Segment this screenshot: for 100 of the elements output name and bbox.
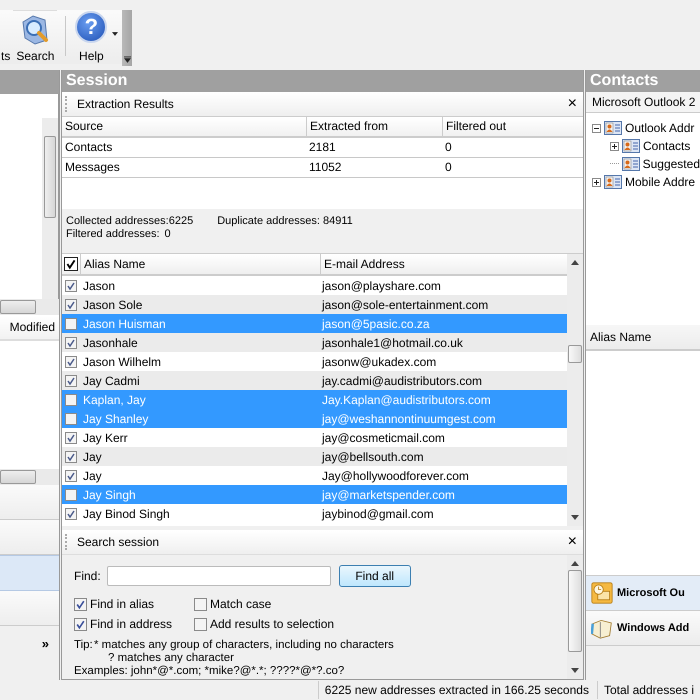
checkbox[interactable] [65, 298, 77, 310]
option-label[interactable]: Match case [210, 597, 272, 611]
column-header[interactable]: Source [62, 117, 306, 136]
address-row[interactable]: Jay Cadmi jay.cadmi@audistributors.com [62, 371, 567, 390]
column-header[interactable]: Modified [0, 315, 59, 341]
tree-item[interactable]: Outlook Addr [625, 121, 694, 135]
checkbox[interactable] [65, 356, 77, 368]
scrollbar[interactable] [0, 299, 59, 315]
scroll-down-icon[interactable] [571, 515, 579, 520]
checkbox[interactable] [65, 280, 77, 292]
checkbox[interactable] [65, 488, 77, 500]
stat-value: 6225 [168, 215, 194, 228]
checkbox[interactable] [74, 618, 87, 630]
address-book-icon [604, 175, 622, 189]
scroll-up-icon[interactable] [571, 561, 579, 566]
scroll-down-icon[interactable] [571, 668, 579, 673]
checkbox[interactable] [65, 412, 77, 424]
tip-text: * matches any group of characters, including no characters [94, 639, 394, 652]
address-book-icon [604, 121, 622, 135]
email-cell-text: jason@5pasic.co.za [320, 316, 430, 330]
alias-cell-text: Jay Cadmi [82, 374, 141, 388]
find-field[interactable] [106, 566, 331, 586]
address-book-icon [622, 139, 640, 153]
alias-cell-text: Jason Huisman [82, 316, 167, 330]
address-row[interactable]: Jasonhale jasonhale1@hotmail.co.uk [62, 333, 567, 352]
address-row[interactable]: Jason Wilhelm jasonw@ukadex.com [62, 352, 567, 371]
source-label: Microsoft Outlook 2 [586, 92, 700, 113]
email-cell-text: jason@sole-entertainment.com [320, 298, 488, 312]
checkbox[interactable] [65, 336, 77, 348]
expander[interactable] [610, 142, 619, 150]
navigation-button[interactable]: Windows Add [586, 610, 700, 645]
table-cell-text: 0 [444, 159, 453, 176]
table-cell-text: Messages [64, 159, 121, 176]
checkbox[interactable] [65, 508, 77, 520]
checkbox[interactable] [194, 598, 207, 610]
alias-cell-text: Jay Binod Singh [82, 506, 171, 520]
toolbar-button[interactable]: Search [13, 10, 58, 64]
caret-icon[interactable] [112, 32, 118, 36]
scrollbar[interactable] [42, 118, 58, 299]
table-cell-text: 0 [444, 139, 453, 156]
select-all-checkbox[interactable] [64, 257, 78, 271]
toolbar-grip[interactable] [122, 10, 132, 66]
address-row[interactable]: Jay Binod Singh jaybinod@gmail.com [62, 504, 567, 523]
tree-item[interactable]: Suggested [642, 157, 700, 171]
stat-label: Collected addresses: [66, 215, 169, 228]
address-row[interactable]: Jay Jay@hollywoodforever.com [62, 466, 567, 485]
checkbox[interactable] [65, 470, 77, 482]
email-cell-text: jasonhale1@hotmail.co.uk [320, 336, 463, 350]
option-label[interactable]: Find in address [90, 617, 172, 631]
scrollbar[interactable] [0, 469, 59, 485]
email-cell-text: jay@cosmeticmail.com [320, 430, 445, 444]
column-header[interactable]: Alias Name [81, 254, 321, 274]
option-label[interactable]: Add results to selection [210, 617, 334, 631]
checkbox[interactable] [65, 318, 77, 330]
checkbox[interactable] [65, 374, 77, 386]
close-button[interactable]: × [568, 534, 577, 550]
checkbox[interactable] [65, 450, 77, 462]
email-cell-text: jay.cadmi@audistributors.com [320, 374, 482, 388]
toolbar-button[interactable]: ? Help [72, 10, 110, 64]
tree-item[interactable]: Mobile Addre [625, 175, 696, 189]
checkbox[interactable] [65, 432, 77, 444]
column-header[interactable]: Extracted from [306, 117, 442, 136]
status-text: Total addresses i [596, 681, 700, 699]
more-button[interactable]: » [42, 636, 49, 650]
pane-title: Contacts [586, 70, 700, 92]
expander[interactable] [592, 178, 601, 186]
address-row[interactable]: Jason jason@playshare.com [62, 276, 567, 295]
checkbox[interactable] [65, 394, 77, 406]
address-row[interactable]: Jason Sole jason@sole-entertainment.com [62, 295, 567, 314]
expander[interactable] [592, 124, 601, 132]
tree-item[interactable]: Contacts [643, 139, 690, 153]
column-header[interactable]: E-mail Address [321, 254, 405, 274]
calendar-clock-icon [591, 582, 613, 604]
close-button[interactable]: × [568, 96, 577, 112]
email-cell-text: jay@bellsouth.com [320, 450, 424, 464]
pane-title: Session [62, 70, 583, 92]
stat-value: 0 [164, 228, 171, 241]
column-header[interactable]: Alias Name [586, 325, 700, 351]
scroll-up-icon[interactable] [571, 260, 579, 265]
alias-cell-text: Jay [82, 468, 103, 482]
column-header[interactable]: Filtered out [442, 117, 579, 136]
scroll-thumb[interactable] [568, 345, 582, 363]
address-row[interactable]: Jay Kerr jay@cosmeticmail.com [62, 428, 567, 447]
checkbox[interactable] [74, 598, 87, 610]
scrollbar[interactable] [567, 555, 583, 679]
alias-cell-text: Jay [82, 450, 103, 464]
alias-cell-text: Jasonhale [82, 336, 139, 350]
alias-cell-text: Jason Wilhelm [82, 354, 162, 368]
book-icon [591, 617, 613, 639]
alias-cell-text: Jay Shanley [82, 412, 150, 426]
address-row[interactable]: Jay jay@bellsouth.com [62, 447, 567, 466]
checkbox[interactable] [194, 618, 207, 630]
option-label[interactable]: Find in alias [90, 597, 154, 611]
find-all-button[interactable]: Find all [338, 565, 411, 587]
toolbar-button[interactable]: ts [0, 10, 14, 64]
stat-label: Duplicate addresses: [217, 215, 320, 228]
overflow-arrow-icon[interactable] [124, 56, 131, 63]
scrollbar[interactable] [567, 254, 583, 526]
help-icon: ? [75, 11, 108, 43]
navigation-button[interactable]: Microsoft Ou [586, 575, 700, 610]
